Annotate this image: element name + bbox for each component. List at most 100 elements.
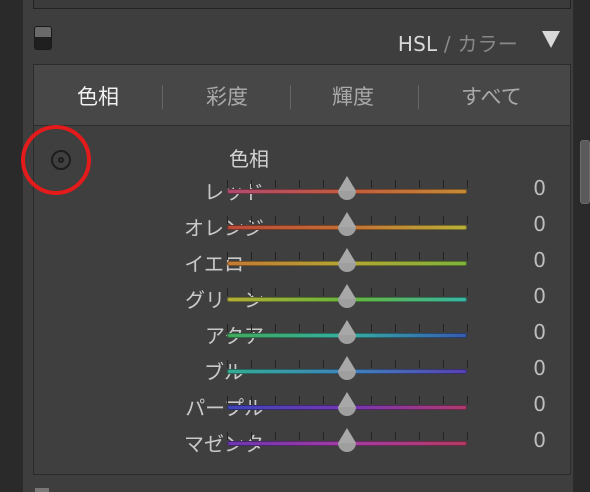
slider-tick bbox=[275, 432, 276, 440]
tab-divider bbox=[418, 85, 419, 109]
slider-tick bbox=[443, 288, 444, 296]
slider-value[interactable]: 0 bbox=[526, 176, 546, 200]
slider-thumb[interactable] bbox=[338, 212, 356, 236]
slider-thumb[interactable] bbox=[338, 176, 356, 200]
slider-tick bbox=[467, 396, 468, 404]
slider-value[interactable]: 0 bbox=[526, 320, 546, 344]
panel-title-separator: / bbox=[437, 32, 458, 56]
slider-tick bbox=[323, 252, 324, 260]
slider-tick bbox=[299, 180, 300, 188]
left-panel-edge bbox=[0, 0, 22, 492]
slider-tick bbox=[371, 288, 372, 296]
slider-tick bbox=[275, 216, 276, 224]
slider-tick bbox=[371, 432, 372, 440]
slider-tick bbox=[443, 396, 444, 404]
slider-tick bbox=[395, 288, 396, 296]
slider-value[interactable]: 0 bbox=[526, 392, 546, 416]
slider-tick bbox=[395, 324, 396, 332]
slider-tick bbox=[251, 180, 252, 188]
slider-thumb[interactable] bbox=[338, 320, 356, 344]
slider-row: イエロー 0 bbox=[56, 245, 556, 281]
slider-tick bbox=[251, 432, 252, 440]
previous-panel-bottom bbox=[33, 0, 571, 9]
next-panel-toggle-icon[interactable] bbox=[35, 488, 49, 492]
slider-thumb[interactable] bbox=[338, 356, 356, 380]
tab-bar: 色相 彩度 輝度 すべて bbox=[34, 65, 570, 126]
slider-tick bbox=[323, 396, 324, 404]
tab-saturation[interactable]: 彩度 bbox=[206, 81, 248, 111]
slider-tick bbox=[299, 252, 300, 260]
panel-header[interactable]: HSL / カラー bbox=[22, 20, 572, 58]
slider-tick bbox=[371, 180, 372, 188]
tab-all[interactable]: すべて bbox=[461, 81, 522, 111]
slider-tick bbox=[299, 288, 300, 296]
slider-row: グリーン 0 bbox=[56, 281, 556, 317]
tab-divider bbox=[162, 85, 163, 109]
slider-row: マゼンタ 0 bbox=[56, 425, 556, 461]
slider-tick bbox=[275, 252, 276, 260]
scrollbar-thumb[interactable] bbox=[580, 140, 590, 204]
slider-row: レッド0 bbox=[56, 173, 556, 209]
tab-luminance[interactable]: 輝度 bbox=[332, 81, 374, 111]
slider-tick bbox=[227, 180, 228, 188]
slider-tick bbox=[251, 324, 252, 332]
slider-tick bbox=[227, 324, 228, 332]
slider-tick bbox=[419, 180, 420, 188]
slider-row: パープル 0 bbox=[56, 389, 556, 425]
section-title: 色相 bbox=[229, 147, 269, 171]
slider-tick bbox=[371, 324, 372, 332]
slider-tick bbox=[419, 360, 420, 368]
slider-tick bbox=[443, 360, 444, 368]
slider-thumb[interactable] bbox=[338, 428, 356, 452]
slider-thumb[interactable] bbox=[338, 248, 356, 272]
slider-tick bbox=[395, 180, 396, 188]
slider-thumb[interactable] bbox=[338, 392, 356, 416]
slider-tick bbox=[227, 288, 228, 296]
panel-title[interactable]: HSL / カラー bbox=[398, 28, 518, 57]
slider-tick bbox=[227, 252, 228, 260]
triangle-down-icon[interactable] bbox=[542, 31, 560, 48]
slider-tick bbox=[443, 252, 444, 260]
slider-value[interactable]: 0 bbox=[526, 284, 546, 308]
slider-tick bbox=[395, 252, 396, 260]
slider-tick bbox=[275, 288, 276, 296]
slider-tick bbox=[323, 360, 324, 368]
slider-tick bbox=[419, 432, 420, 440]
panel-toggle-icon[interactable] bbox=[34, 26, 52, 50]
slider-tick bbox=[467, 432, 468, 440]
slider-tick bbox=[275, 360, 276, 368]
slider-tick bbox=[371, 252, 372, 260]
slider-tick bbox=[395, 216, 396, 224]
slider-tick bbox=[299, 432, 300, 440]
slider-tick bbox=[227, 216, 228, 224]
slider-tick bbox=[467, 324, 468, 332]
slider-tick bbox=[467, 360, 468, 368]
slider-tick bbox=[443, 180, 444, 188]
slider-value[interactable]: 0 bbox=[526, 356, 546, 380]
slider-tick bbox=[299, 396, 300, 404]
panel-title-color: カラー bbox=[457, 32, 518, 56]
right-scrollbar[interactable] bbox=[572, 0, 590, 492]
slider-tick bbox=[251, 252, 252, 260]
slider-value[interactable]: 0 bbox=[526, 212, 546, 236]
slider-tick bbox=[323, 180, 324, 188]
slider-tick bbox=[275, 324, 276, 332]
slider-tick bbox=[395, 432, 396, 440]
slider-tick bbox=[323, 324, 324, 332]
slider-tick bbox=[467, 288, 468, 296]
slider-tick bbox=[443, 432, 444, 440]
slider-tick bbox=[251, 396, 252, 404]
tab-hue[interactable]: 色相 bbox=[77, 81, 119, 111]
slider-tick bbox=[323, 288, 324, 296]
slider-value[interactable]: 0 bbox=[526, 248, 546, 272]
slider-tick bbox=[371, 396, 372, 404]
slider-tick bbox=[227, 432, 228, 440]
panel-title-hsl: HSL bbox=[397, 32, 438, 56]
slider-tick bbox=[395, 396, 396, 404]
slider-tick bbox=[227, 360, 228, 368]
slider-tick bbox=[299, 324, 300, 332]
slider-tick bbox=[299, 216, 300, 224]
slider-value[interactable]: 0 bbox=[526, 428, 546, 452]
slider-tick bbox=[275, 180, 276, 188]
slider-thumb[interactable] bbox=[338, 284, 356, 308]
